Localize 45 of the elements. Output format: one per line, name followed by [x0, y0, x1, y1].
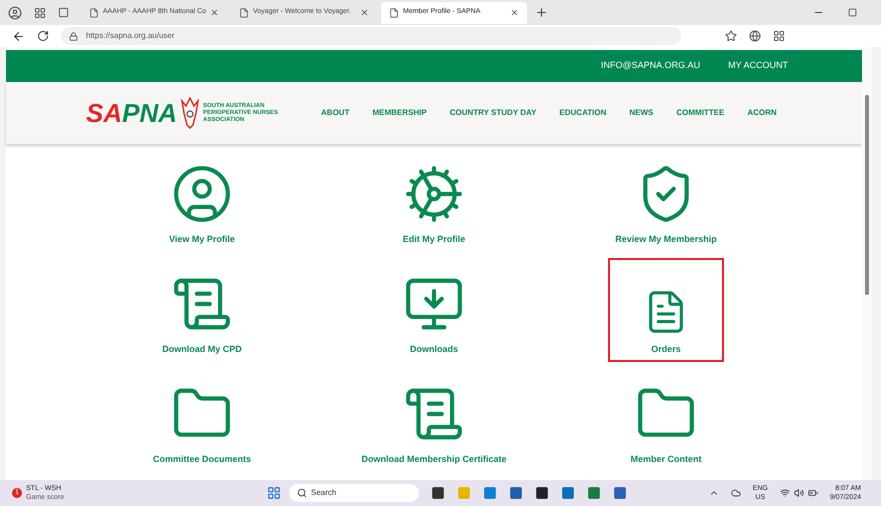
dashboard-tile[interactable]: Download My CPD [144, 258, 260, 362]
nav-link[interactable]: COMMITTEE [676, 107, 724, 119]
profile-icon[interactable] [8, 6, 22, 20]
top-link[interactable]: MY ACCOUNT [728, 59, 788, 73]
top-link[interactable]: INFO@SAPNA.ORG.AU [601, 59, 700, 73]
start-icon[interactable] [267, 486, 281, 500]
lock-icon [69, 32, 78, 40]
taskbar-app-icon[interactable] [535, 486, 549, 500]
cloud-icon[interactable] [730, 488, 741, 498]
close-icon[interactable] [360, 8, 369, 17]
nav-link[interactable]: COUNTRY STUDY DAY [450, 107, 536, 119]
page-icon [89, 8, 99, 18]
restore-icon[interactable] [848, 8, 857, 17]
address-field[interactable]: https://sapna.org.au/user [61, 27, 681, 45]
nav-link[interactable]: ACORN [747, 107, 777, 119]
workspaces-icon[interactable] [34, 6, 46, 18]
dashboard-tile[interactable]: Edit My Profile [376, 148, 492, 252]
volume-icon[interactable] [794, 488, 804, 498]
site-logo[interactable]: SAPNA [86, 94, 178, 132]
nav-link[interactable]: MEMBERSHIP [372, 107, 427, 119]
search-field[interactable]: Search [289, 484, 419, 502]
page-icon [239, 8, 249, 18]
new-tab-icon[interactable] [535, 6, 548, 19]
emblem-icon [181, 97, 200, 129]
wifi-icon[interactable] [780, 488, 790, 498]
nav-link[interactable]: NEWS [629, 107, 654, 119]
nav-link[interactable]: EDUCATION [559, 107, 606, 119]
nav-link[interactable]: ABOUT [321, 107, 350, 119]
reload-icon[interactable] [37, 30, 49, 42]
dashboard-tile[interactable]: Member Content [608, 368, 724, 472]
close-icon[interactable] [510, 8, 519, 17]
dashboard-tile[interactable]: Downloads [376, 258, 492, 362]
dashboard-tile[interactable]: Review My Membership [608, 148, 724, 252]
dashboard-tile[interactable]: Download Membership Certificate [349, 368, 519, 472]
page-icon [389, 8, 399, 18]
taskbar-app-icon[interactable] [431, 486, 445, 500]
dashboard-tile[interactable]: View My Profile [144, 148, 260, 252]
favorite-icon[interactable] [725, 30, 737, 42]
dashboard-tile[interactable]: Committee Documents [144, 368, 260, 472]
back-icon[interactable] [12, 30, 25, 42]
scrollbar[interactable] [862, 47, 872, 480]
dashboard-tile[interactable]: Orders [608, 258, 724, 362]
search-icon [297, 488, 307, 498]
close-icon[interactable] [210, 8, 219, 17]
battery-icon[interactable] [808, 488, 818, 498]
